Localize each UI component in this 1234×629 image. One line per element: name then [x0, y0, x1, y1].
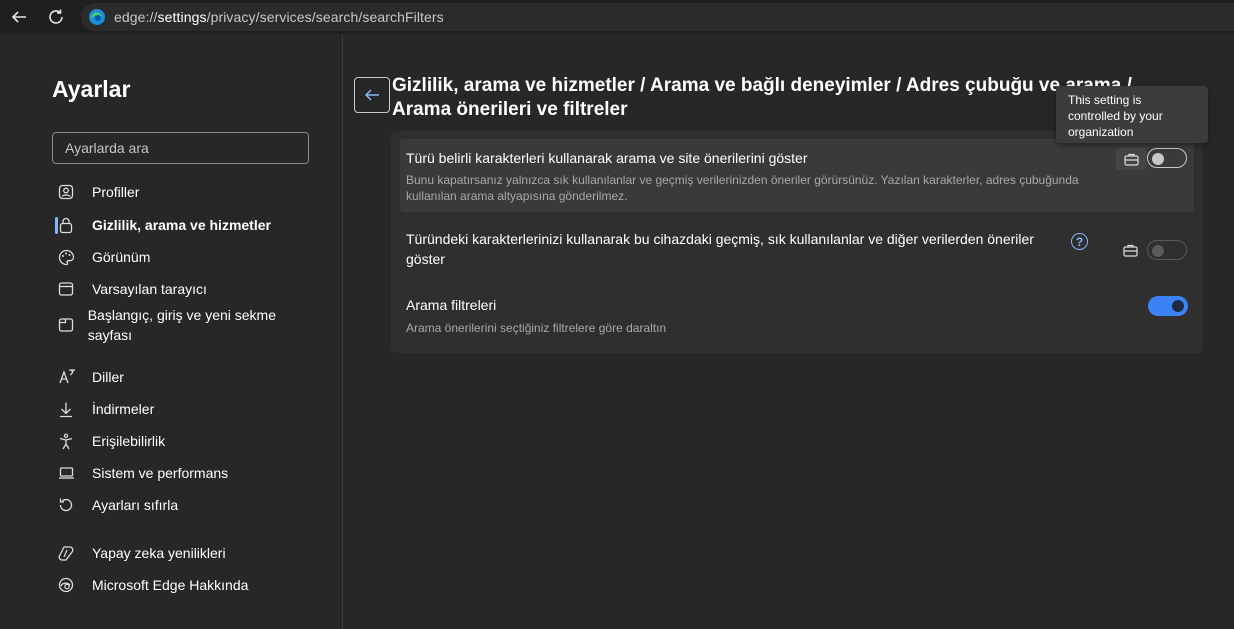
sidebar-item-startup[interactable]: Başlangıç, giriş ve yeni sekme sayfası [58, 305, 278, 345]
browser-window-icon [58, 279, 80, 299]
sidebar-item-profiles[interactable]: Profiller [58, 182, 318, 202]
sidebar-item-label: Gizlilik, arama ve hizmetler [92, 217, 271, 233]
sidebar-item-accessibility[interactable]: Erişilebilirlik [58, 431, 318, 451]
back-arrow-icon [364, 89, 379, 101]
search-filters-toggle[interactable] [1148, 296, 1188, 316]
palette-icon [58, 247, 80, 267]
setting-title: Arama filtreleri [406, 297, 497, 313]
laptop-icon [58, 463, 80, 483]
sidebar-item-default-browser[interactable]: Varsayılan tarayıcı [58, 279, 318, 299]
language-icon [58, 367, 80, 387]
ai-sparkle-icon [58, 543, 80, 563]
sidebar-item-label: Yapay zeka yenilikleri [92, 545, 226, 561]
reset-icon [58, 495, 80, 515]
sidebar-item-label: Başlangıç, giriş ve yeni sekme sayfası [87, 307, 277, 343]
sidebar-item-languages[interactable]: Diller [58, 367, 318, 387]
sidebar-item-reset[interactable]: Ayarları sıfırla [58, 495, 318, 515]
setting-row-search-suggestions: Türü belirli karakterleri kullanarak ara… [400, 139, 1194, 212]
address-bar[interactable]: edge://settings/privacy/services/search/… [81, 3, 1234, 31]
sidebar-item-label: Microsoft Edge Hakkında [92, 577, 249, 593]
managed-policy-icon[interactable] [1116, 148, 1146, 170]
back-arrow-icon[interactable] [6, 5, 32, 29]
reload-icon[interactable] [43, 5, 69, 29]
url-text: edge://settings/privacy/services/search/… [114, 9, 444, 25]
sidebar-item-label: Ayarları sıfırla [92, 497, 179, 513]
sidebar-item-label: Erişilebilirlik [92, 433, 166, 449]
setting-title: Türü belirli karakterleri kullanarak ara… [406, 150, 808, 166]
settings-sidebar: Ayarlar Profiller Gizlilik, arama ve hiz… [0, 34, 343, 629]
help-icon[interactable]: ? [1071, 233, 1088, 250]
sidebar-item-label: İndirmeler [92, 401, 155, 417]
back-button[interactable] [354, 77, 390, 113]
search-suggestions-toggle[interactable] [1147, 148, 1187, 168]
sidebar-item-label: Sistem ve performans [92, 465, 229, 481]
setting-description: Bunu kapatırsanız yalnızca sık kullanıla… [406, 173, 1079, 203]
sidebar-item-appearance[interactable]: Görünüm [58, 247, 318, 267]
sidebar-item-privacy[interactable]: Gizlilik, arama ve hizmetler [58, 215, 318, 235]
settings-content: Gizlilik, arama ve hizmetler / Arama ve … [344, 34, 1234, 629]
edge-logo-icon [88, 8, 106, 26]
browser-toolbar: edge://settings/privacy/services/search/… [0, 0, 1234, 34]
local-suggestions-toggle[interactable] [1147, 240, 1187, 260]
profile-icon [58, 182, 80, 202]
sidebar-item-system[interactable]: Sistem ve performans [58, 463, 318, 483]
settings-search-input[interactable] [52, 132, 309, 164]
sidebar-item-label: Profiller [92, 184, 140, 200]
settings-card: Türü belirli karakterleri kullanarak ara… [391, 131, 1203, 353]
accessibility-icon [58, 431, 80, 451]
sidebar-item-label: Varsayılan tarayıcı [92, 281, 207, 297]
sidebar-item-ai-features[interactable]: Yapay zeka yenilikleri [58, 543, 318, 563]
managed-tooltip: This setting is controlled by your organ… [1056, 86, 1208, 143]
sidebar-item-about[interactable]: Microsoft Edge Hakkında [58, 575, 318, 595]
sidebar-item-label: Diller [92, 369, 124, 385]
settings-page: Ayarlar Profiller Gizlilik, arama ve hiz… [0, 34, 1234, 629]
setting-title: Türündeki karakterlerinizi kullanarak bu… [406, 231, 1034, 267]
managed-policy-icon[interactable] [1115, 239, 1145, 261]
edge-logo-icon [58, 575, 80, 595]
setting-description: Arama önerilerini seçtiğiniz filtrelere … [406, 321, 667, 335]
sidebar-item-downloads[interactable]: İndirmeler [58, 399, 318, 419]
tabs-icon [58, 315, 76, 335]
lock-icon [58, 215, 80, 235]
sidebar-item-label: Görünüm [92, 249, 151, 265]
sidebar-title: Ayarlar [52, 76, 131, 102]
download-icon [58, 399, 80, 419]
